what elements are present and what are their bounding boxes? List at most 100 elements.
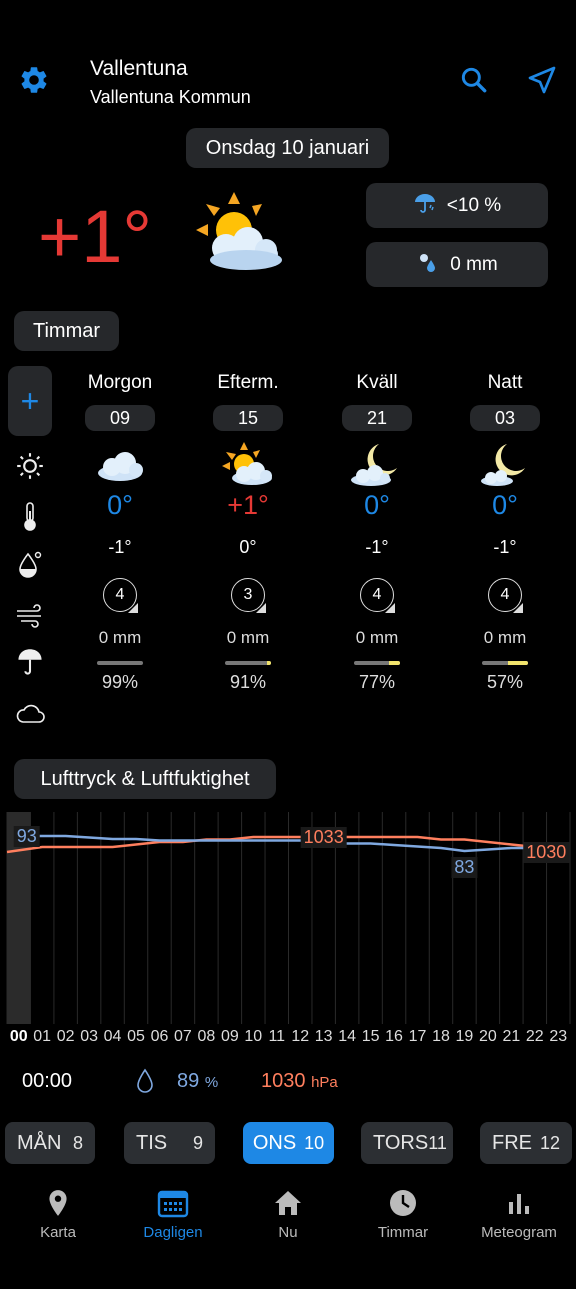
nav-label: Meteogram — [481, 1224, 557, 1241]
x-tick-label: 17 — [408, 1028, 427, 1045]
hour-label: 15 — [213, 405, 283, 431]
hour-label: 03 — [470, 405, 540, 431]
umbrella-icon — [413, 191, 437, 220]
nav-nu[interactable]: Nu — [233, 1185, 343, 1241]
precipitation: 0 mm — [226, 628, 270, 647]
cloudy-icon — [60, 441, 180, 489]
partly-cloudy-sun-icon — [190, 190, 286, 280]
day-button-fre[interactable]: FRE 12 — [480, 1122, 572, 1164]
precip-chance-box: <10 % — [366, 183, 548, 228]
temperature: +1° — [227, 490, 269, 520]
hour-column[interactable]: Morgon 09 0° -1° 4 0 mm 99% — [60, 372, 180, 693]
svg-text:83: 83 — [454, 857, 474, 877]
moon-cloud-icon — [445, 441, 565, 489]
x-tick-label: 19 — [455, 1028, 474, 1045]
x-tick-label: 18 — [432, 1028, 450, 1045]
period-label: Morgon — [87, 372, 153, 393]
x-tick-label: 00 — [9, 1028, 28, 1045]
x-tick-label: 23 — [549, 1028, 568, 1045]
cloud-cover-bar — [225, 661, 271, 665]
feels-like: 0° — [239, 537, 257, 557]
day-name: MÅN — [17, 1131, 62, 1154]
partly-cloudy-sun-icon — [188, 441, 308, 489]
nav-timmar[interactable]: Timmar — [348, 1185, 458, 1241]
chart-data-label: 1033 — [300, 827, 347, 848]
readout-time: 00:00 — [22, 1070, 73, 1092]
hour-column[interactable]: Natt 03 0° -1° 4 0 mm 57% — [445, 372, 565, 693]
umbrella-icon — [14, 646, 46, 678]
hour-column[interactable]: Kväll 21 0° -1° 4 0 mm 77% — [317, 372, 437, 693]
section-title-timmar: Timmar — [14, 311, 119, 351]
cloud-cover: 99% — [101, 672, 139, 692]
hour-column[interactable]: Efterm. 15 +1° 0° 3 0 mm 91% — [188, 372, 308, 693]
feels-like: -1° — [108, 537, 132, 557]
bar-chart-icon — [464, 1185, 574, 1221]
home-icon — [233, 1185, 343, 1221]
x-tick-label: 11 — [268, 1028, 286, 1045]
location-arrow-icon[interactable] — [526, 64, 558, 96]
day-button-tis[interactable]: TIS 9 — [124, 1122, 215, 1164]
temperature: 0° — [364, 490, 390, 520]
wind-icon — [14, 599, 46, 631]
day-number: 12 — [539, 1132, 560, 1153]
nav-karta[interactable]: Karta — [3, 1185, 113, 1241]
precip-chance-value: <10 % — [446, 194, 502, 216]
readout-pressure: 1030 hPa — [261, 1070, 338, 1092]
wind-speed: 3 — [231, 578, 266, 613]
nav-label: Karta — [40, 1224, 76, 1241]
cloud-cover-bar — [482, 661, 528, 665]
nav-meteogram[interactable]: Meteogram — [464, 1185, 574, 1241]
precipitation: 0 mm — [355, 628, 399, 647]
x-tick-label: 01 — [33, 1028, 52, 1045]
feels-like-icon — [14, 549, 46, 581]
map-pin-icon — [3, 1185, 113, 1221]
x-tick-label: 15 — [361, 1028, 380, 1045]
x-tick-label: 07 — [174, 1028, 192, 1045]
cloud-cover: 57% — [486, 672, 524, 692]
settings-icon[interactable] — [18, 64, 50, 96]
precipitation: 0 mm — [483, 628, 527, 647]
x-tick-label: 03 — [80, 1028, 98, 1045]
cloud-cover: 77% — [358, 672, 396, 692]
day-number: 8 — [72, 1132, 83, 1153]
day-button-mån[interactable]: MÅN 8 — [5, 1122, 95, 1164]
period-label: Kväll — [356, 372, 398, 393]
wind-speed: 4 — [360, 578, 395, 613]
nav-label: Dagligen — [143, 1224, 203, 1241]
calendar-icon — [118, 1185, 228, 1221]
date-pill: Onsdag 10 januari — [186, 128, 389, 168]
period-label: Natt — [487, 372, 523, 393]
city-name[interactable]: Vallentuna — [90, 57, 188, 81]
wind-speed: 4 — [103, 578, 138, 613]
temperature: 0° — [107, 490, 133, 520]
x-tick-label: 05 — [127, 1028, 145, 1045]
precip-amount-value: 0 mm — [450, 253, 498, 275]
day-button-tors[interactable]: TORS 11 — [361, 1122, 453, 1164]
precip-amount-box: 0 mm — [366, 242, 548, 287]
nav-dagligen[interactable]: Dagligen — [118, 1185, 228, 1241]
day-name: TIS — [136, 1131, 168, 1154]
x-tick-label: 20 — [478, 1028, 497, 1045]
add-button[interactable]: + — [8, 366, 52, 436]
pressure-humidity-chart[interactable]: 93 1033 83 1030 — [0, 812, 576, 1024]
sun-icon — [14, 450, 46, 482]
thermometer-icon — [14, 500, 46, 532]
x-tick-label: 22 — [525, 1028, 544, 1045]
x-tick-label: 09 — [220, 1028, 239, 1045]
search-icon[interactable] — [458, 64, 490, 96]
hour-label: 09 — [85, 405, 155, 431]
current-temperature: +1° — [38, 195, 152, 278]
svg-text:93: 93 — [17, 826, 37, 846]
day-name: ONS — [252, 1131, 297, 1154]
region-name: Vallentuna Kommun — [90, 87, 251, 107]
clock-icon — [348, 1185, 458, 1221]
feels-like: -1° — [493, 537, 517, 557]
x-tick-label: 16 — [385, 1028, 403, 1045]
day-button-ons[interactable]: ONS 10 — [243, 1122, 334, 1164]
day-name: TORS — [373, 1131, 429, 1154]
period-label: Efterm. — [217, 372, 279, 393]
x-tick-label: 13 — [314, 1028, 333, 1045]
wind-speed: 4 — [488, 578, 523, 613]
hour-label: 21 — [342, 405, 412, 431]
temperature: 0° — [492, 490, 518, 520]
